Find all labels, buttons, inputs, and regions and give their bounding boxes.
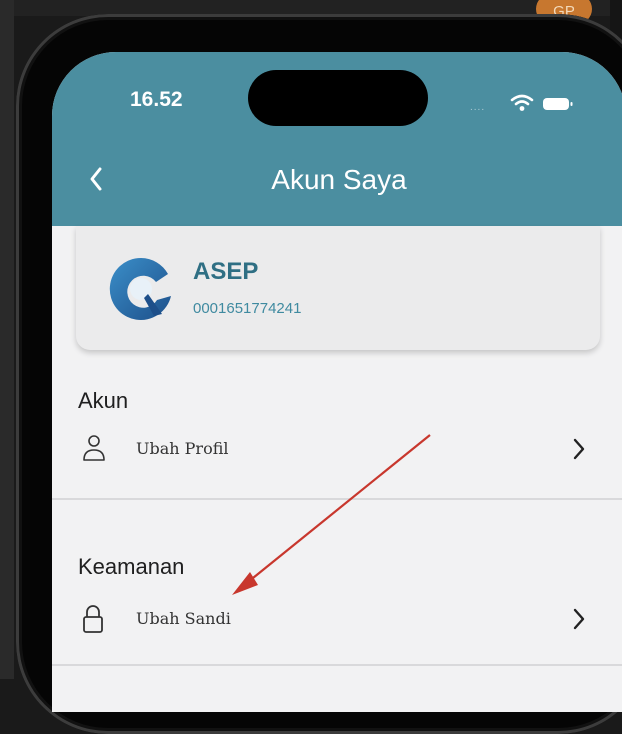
page-title: Akun Saya — [271, 164, 407, 195]
user-icon — [83, 435, 105, 461]
profile-card: ASEP 0001651774241 — [76, 226, 600, 350]
signal-dots: .... — [470, 102, 486, 113]
menu-item-ubah-sandi[interactable]: Ubah Sandi — [52, 594, 622, 644]
status-icons: .... — [470, 94, 580, 114]
section-title-keamanan: Keamanan — [78, 554, 185, 579]
background-left — [0, 0, 14, 679]
section-title-akun: Akun — [78, 388, 129, 413]
divider — [52, 664, 622, 666]
app-header: 16.52 .... Akun Saya — [52, 52, 622, 226]
lock-icon — [83, 605, 103, 633]
menu-item-ubah-profil[interactable]: Ubah Profil — [52, 424, 622, 474]
menu-item-label: Ubah Sandi — [136, 609, 231, 628]
profile-name: ASEP — [193, 258, 259, 285]
chevron-right-icon — [573, 608, 585, 630]
battery-icon — [543, 98, 573, 110]
app-logo-icon — [109, 257, 171, 320]
phone-screen: 16.52 .... Akun Saya ASEP 0001651774241 … — [52, 52, 622, 712]
dynamic-island — [248, 70, 428, 126]
profile-account-number: 0001651774241 — [193, 300, 302, 317]
phone-frame: 16.52 .... Akun Saya ASEP 0001651774241 … — [16, 14, 622, 734]
chevron-right-icon — [573, 438, 585, 460]
status-time: 16.52 — [130, 88, 183, 111]
divider — [52, 498, 622, 500]
menu-item-label: Ubah Profil — [136, 439, 229, 458]
wifi-icon — [510, 94, 534, 111]
